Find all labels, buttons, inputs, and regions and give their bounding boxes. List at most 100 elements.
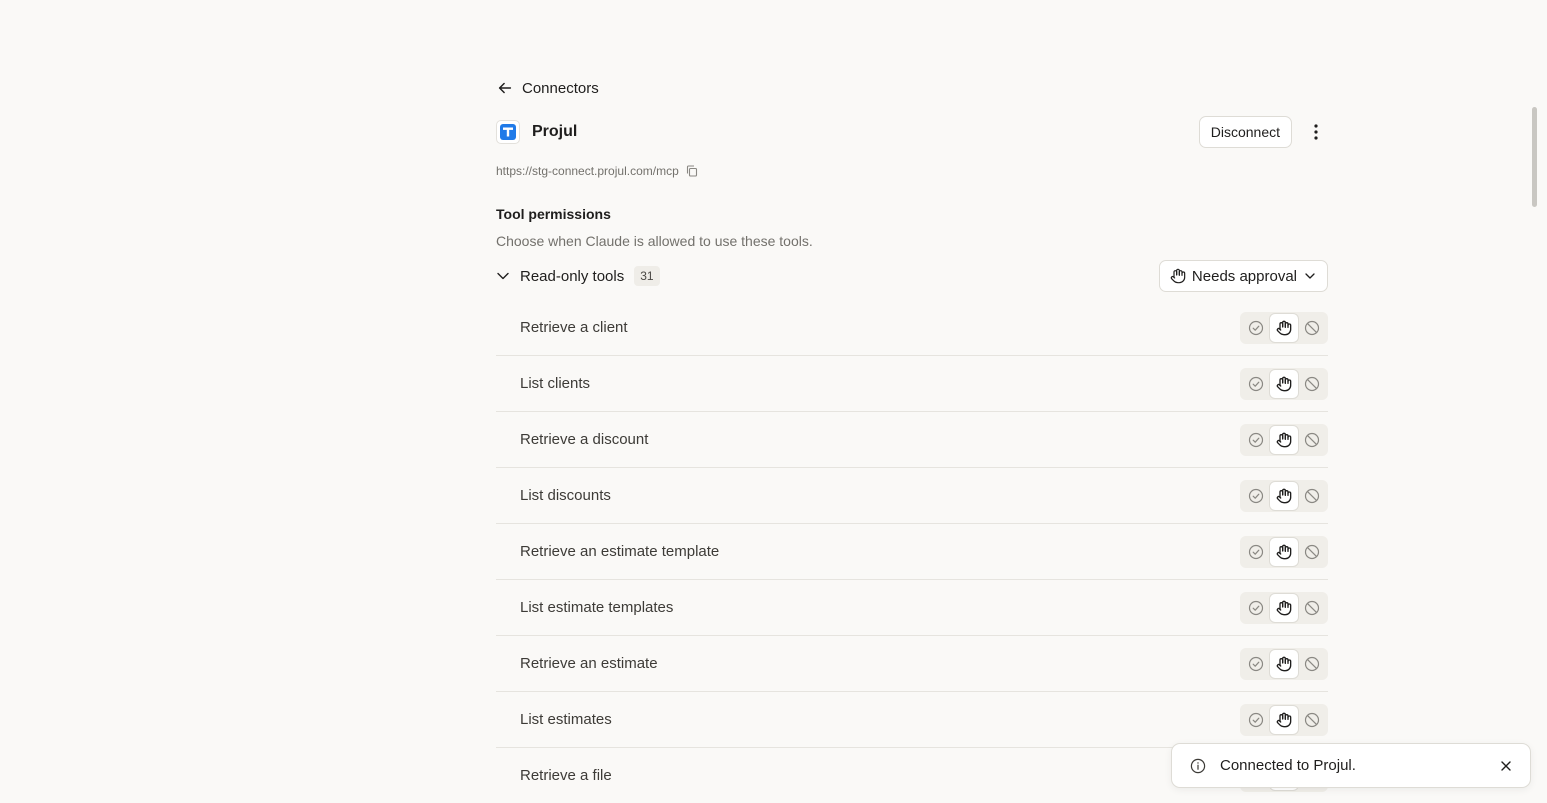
tool-row: List estimate templates <box>496 580 1328 636</box>
back-to-connectors-link[interactable]: Connectors <box>496 76 599 100</box>
check-circle-icon <box>1248 432 1264 447</box>
toast-message: Connected to Projul. <box>1220 757 1356 774</box>
never-allow-button[interactable] <box>1298 650 1326 678</box>
needs-approval-button[interactable] <box>1270 481 1298 510</box>
kebab-icon <box>1314 124 1318 140</box>
always-allow-button[interactable] <box>1242 650 1270 678</box>
always-allow-button[interactable] <box>1242 538 1270 566</box>
block-icon <box>1304 712 1320 727</box>
block-icon <box>1304 656 1320 671</box>
permission-selector <box>1240 367 1328 400</box>
always-allow-button[interactable] <box>1242 314 1270 342</box>
tool-row: Retrieve an estimate <box>496 636 1328 692</box>
copy-icon[interactable] <box>685 164 699 178</box>
close-icon <box>1501 760 1511 771</box>
hand-icon <box>1276 712 1292 727</box>
tool-name: Retrieve a client <box>520 319 628 336</box>
tool-row: Retrieve a client <box>496 300 1328 356</box>
needs-approval-button[interactable] <box>1270 537 1298 566</box>
dropdown-label: Needs approval <box>1191 267 1297 285</box>
permission-selector <box>1240 703 1328 736</box>
never-allow-button[interactable] <box>1298 482 1326 510</box>
always-allow-button[interactable] <box>1242 426 1270 454</box>
needs-approval-button[interactable] <box>1270 313 1298 342</box>
needs-approval-button[interactable] <box>1270 593 1298 622</box>
tool-row: List clients <box>496 356 1328 412</box>
group-label: Read-only tools <box>520 267 625 285</box>
permission-selector <box>1240 647 1328 680</box>
needs-approval-button[interactable] <box>1270 649 1298 678</box>
toast-notification: Connected to Projul. <box>1171 743 1531 788</box>
chevron-down-icon <box>1305 273 1315 279</box>
permission-selector <box>1240 479 1328 512</box>
block-icon <box>1304 320 1320 335</box>
connector-url: https://stg-connect.projul.com/mcp <box>496 164 679 178</box>
group-toggle[interactable]: Read-only tools 31 <box>496 266 660 286</box>
hand-icon <box>1276 488 1292 503</box>
needs-approval-button[interactable] <box>1270 705 1298 734</box>
read-only-tools-group: Read-only tools 31 Needs approval <box>496 260 1328 292</box>
never-allow-button[interactable] <box>1298 314 1326 342</box>
group-permission-dropdown[interactable]: Needs approval <box>1158 260 1328 292</box>
scrollbar-thumb[interactable] <box>1532 107 1537 207</box>
block-icon <box>1304 432 1320 447</box>
check-circle-icon <box>1248 656 1264 671</box>
block-icon <box>1304 376 1320 391</box>
tool-row: List discounts <box>496 468 1328 524</box>
toast-close-button[interactable] <box>1498 758 1514 774</box>
permission-selector <box>1240 311 1328 344</box>
always-allow-button[interactable] <box>1242 370 1270 398</box>
back-link-label: Connectors <box>522 79 599 97</box>
always-allow-button[interactable] <box>1242 482 1270 510</box>
connector-header: Projul Disconnect <box>496 116 1328 148</box>
tool-row: Retrieve an estimate template <box>496 524 1328 580</box>
hand-icon <box>1276 320 1292 335</box>
tool-name: List clients <box>520 375 591 392</box>
page-title: Projul <box>532 123 578 140</box>
block-icon <box>1304 544 1320 559</box>
permission-selector <box>1240 535 1328 568</box>
projul-logo-icon <box>496 120 520 144</box>
check-circle-icon <box>1248 376 1264 391</box>
info-icon <box>1190 758 1206 773</box>
check-circle-icon <box>1248 544 1264 559</box>
never-allow-button[interactable] <box>1298 370 1326 398</box>
never-allow-button[interactable] <box>1298 706 1326 734</box>
check-circle-icon <box>1248 488 1264 503</box>
needs-approval-button[interactable] <box>1270 425 1298 454</box>
tool-name: List discounts <box>520 487 611 504</box>
tool-row: List estimates <box>496 692 1328 748</box>
tool-name: List estimates <box>520 711 612 728</box>
block-icon <box>1304 488 1320 503</box>
tool-name: Retrieve a discount <box>520 431 649 448</box>
check-circle-icon <box>1248 600 1264 615</box>
check-circle-icon <box>1248 712 1264 727</box>
never-allow-button[interactable] <box>1298 426 1326 454</box>
tool-name: Retrieve an estimate template <box>520 543 720 560</box>
hand-icon <box>1276 376 1292 391</box>
hand-icon <box>1276 656 1292 671</box>
tool-permissions-description: Choose when Claude is allowed to use the… <box>496 233 813 249</box>
check-circle-icon <box>1248 320 1264 335</box>
tool-count-badge: 31 <box>634 266 660 286</box>
tool-name: Retrieve an estimate <box>520 655 658 672</box>
never-allow-button[interactable] <box>1298 594 1326 622</box>
tool-name: List estimate templates <box>520 599 674 616</box>
permission-selector <box>1240 591 1328 624</box>
connector-url-row: https://stg-connect.projul.com/mcp <box>496 162 699 180</box>
needs-approval-button[interactable] <box>1270 369 1298 398</box>
tool-permissions-heading: Tool permissions <box>496 206 611 222</box>
permission-selector <box>1240 423 1328 456</box>
disconnect-button[interactable]: Disconnect <box>1198 116 1292 148</box>
hand-icon <box>1276 432 1292 447</box>
tool-row: Retrieve a discount <box>496 412 1328 468</box>
tool-list: Retrieve a client List clients Retrieve a … <box>496 300 1328 803</box>
hand-icon <box>1276 544 1292 559</box>
never-allow-button[interactable] <box>1298 538 1326 566</box>
arrow-left-icon <box>498 82 512 94</box>
hand-icon <box>1170 268 1186 284</box>
always-allow-button[interactable] <box>1242 706 1270 734</box>
block-icon <box>1304 600 1320 615</box>
more-options-button[interactable] <box>1304 116 1328 148</box>
always-allow-button[interactable] <box>1242 594 1270 622</box>
